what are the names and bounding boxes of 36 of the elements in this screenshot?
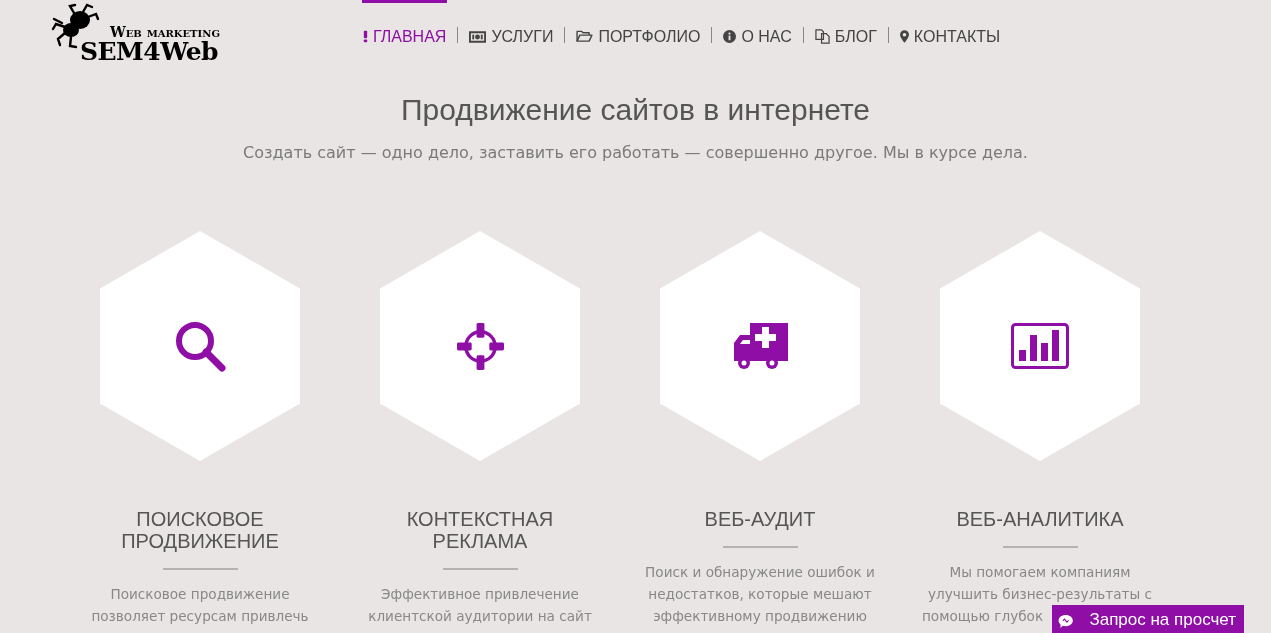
description-line: эффективному продвижению bbox=[653, 607, 867, 626]
description-line: клиентской аудитории на сайт bbox=[368, 607, 592, 626]
description-line: улучшить бизнес-результаты с bbox=[927, 585, 1153, 604]
ambulance-icon bbox=[734, 323, 788, 369]
nav-link[interactable]: КОНТАКТЫ bbox=[898, 0, 1002, 70]
info-icon bbox=[723, 30, 737, 43]
service-title: ПОИСКОВОЕ ПРОДВИЖЕНИЕ bbox=[121, 508, 279, 552]
chat-bubble-icon bbox=[1058, 615, 1073, 628]
logo-tagline: Web marketing bbox=[109, 25, 220, 39]
description-line: Поиск и обнаружение ошибок и bbox=[645, 563, 875, 582]
folder-icon bbox=[576, 30, 594, 42]
nav-link[interactable]: ГЛАВНАЯ bbox=[362, 0, 448, 70]
search-icon bbox=[176, 322, 226, 372]
page-heading: Продвижение сайтов в интернете bbox=[399, 92, 872, 128]
description-line: помощью глубок bbox=[921, 607, 1044, 626]
description-line: позволяет ресурсам привлечь bbox=[91, 607, 309, 626]
nav-link[interactable]: УСЛУГИ bbox=[468, 0, 555, 70]
service-title: ВЕБ-АУДИТ bbox=[704, 508, 816, 530]
nav-link[interactable]: ПОРТФОЛИО bbox=[575, 0, 702, 70]
logo-wordmark: SEM4Web bbox=[80, 39, 220, 65]
service-title: ВЕБ-АНАЛИТИКА bbox=[956, 508, 1124, 530]
page-subheading: Создать сайт — одно дело, заставить его работать — совершенно другое. Мы в курсе дела. bbox=[242, 142, 1029, 164]
service-title: КОНТЕКСТНАЯ РЕКЛАМА bbox=[406, 508, 554, 552]
nav-link[interactable]: О НАС bbox=[722, 0, 793, 70]
description-line: Эффективное привлечение bbox=[381, 585, 579, 604]
nav-link[interactable]: БЛОГ bbox=[813, 0, 878, 70]
banknote-icon bbox=[469, 30, 487, 43]
bar-chart-icon bbox=[1011, 323, 1069, 369]
crosshairs-icon bbox=[456, 322, 504, 370]
exclamation-icon bbox=[363, 30, 368, 43]
request-quote-button[interactable]: Запрос на просчет bbox=[1052, 605, 1244, 633]
copy-icon bbox=[815, 29, 830, 44]
description-line: Поисковое продвижение bbox=[110, 585, 290, 604]
description-line: недостатков, которые мешают bbox=[648, 585, 872, 604]
map-marker-icon bbox=[899, 30, 909, 43]
description-line: Мы помогаем компаниям bbox=[949, 563, 1131, 582]
